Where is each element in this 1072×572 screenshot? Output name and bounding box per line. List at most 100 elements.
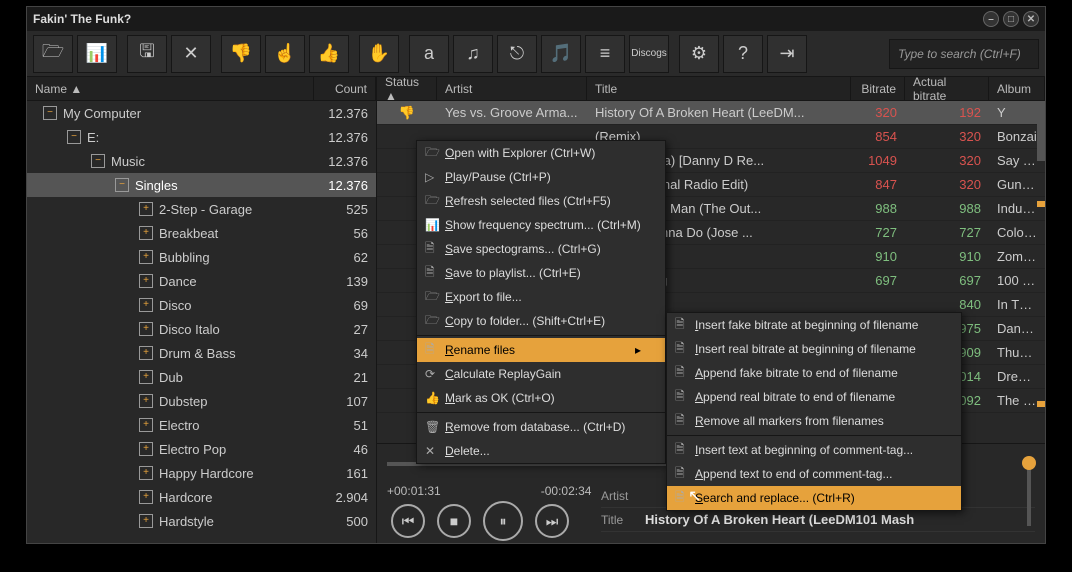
tree-row[interactable]: −Music12.376 [27, 149, 376, 173]
menu-item[interactable]: 🗎Append real bitrate to end of filename [667, 385, 961, 409]
menu-item[interactable]: 🗁Export to file... [417, 285, 665, 309]
menu-item[interactable]: 👍Mark as OK (Ctrl+O) [417, 386, 665, 410]
maximize-button[interactable]: □ [1003, 11, 1019, 27]
point-up-button[interactable]: ☝ [265, 35, 305, 73]
expand-icon[interactable]: + [139, 418, 153, 432]
expand-icon[interactable]: + [139, 394, 153, 408]
expand-icon[interactable]: + [139, 226, 153, 240]
expand-icon[interactable]: + [139, 442, 153, 456]
tree-row[interactable]: + Dance139 [27, 269, 376, 293]
track-row[interactable]: 👎Yes vs. Groove Arma...History Of A Brok… [377, 101, 1045, 125]
tree-label: Dance [159, 274, 306, 289]
expand-icon[interactable]: − [91, 154, 105, 168]
context-menu[interactable]: 🗁Open with Explorer (Ctrl+W)▷Play/Pause … [416, 140, 666, 464]
exit-button[interactable]: ⇥ [767, 35, 807, 73]
tree-row[interactable]: +Electro Pop46 [27, 437, 376, 461]
menu-item[interactable]: 🗁Refresh selected files (Ctrl+F5) [417, 189, 665, 213]
prev-button[interactable]: ⏮ [391, 504, 425, 538]
rename-submenu[interactable]: 🗎Insert fake bitrate at beginning of fil… [666, 312, 962, 511]
expand-icon[interactable]: + [139, 370, 153, 384]
cancel-button[interactable]: ✕ [171, 35, 211, 73]
equalizer-button[interactable]: ≡ [585, 35, 625, 73]
menu-item[interactable]: 🗎Remove all markers from filenames [667, 409, 961, 433]
col-status[interactable]: Status ▲ [377, 77, 437, 100]
col-artist[interactable]: Artist [437, 77, 587, 100]
tree-row[interactable]: +Breakbeat56 [27, 221, 376, 245]
menu-item[interactable]: ✕Delete... [417, 439, 665, 463]
menu-item[interactable]: 📊Show frequency spectrum... (Ctrl+M) [417, 213, 665, 237]
expand-icon[interactable]: − [43, 106, 57, 120]
menu-item[interactable]: 🗎Insert fake bitrate at beginning of fil… [667, 313, 961, 337]
help-button[interactable]: ? [723, 35, 763, 73]
menu-item[interactable]: 🗎Save to playlist... (Ctrl+E) [417, 261, 665, 285]
menu-item[interactable]: 🗎Insert real bitrate at beginning of fil… [667, 337, 961, 361]
col-name[interactable]: Name ▲ [27, 77, 314, 100]
stop-button[interactable]: ■ [437, 504, 471, 538]
tree-count: 139 [306, 274, 368, 289]
tree-row[interactable]: −Singles12.376 [27, 173, 376, 197]
expand-icon[interactable]: − [67, 130, 81, 144]
menu-item[interactable]: ⟳Calculate ReplayGain [417, 362, 665, 386]
menu-item[interactable]: 🗁Open with Explorer (Ctrl+W) [417, 141, 665, 165]
beatport-button[interactable]: ⎋ [497, 35, 537, 73]
tree-row[interactable]: +Disco Italo27 [27, 317, 376, 341]
menu-item[interactable]: 🗎Save spectograms... (Ctrl+G) [417, 237, 665, 261]
expand-icon[interactable]: − [115, 178, 129, 192]
tree-row[interactable]: +Hardcore2.904 [27, 485, 376, 509]
col-title[interactable]: Title [587, 77, 851, 100]
menu-item[interactable]: 🗎Search and replace... (Ctrl+R) [667, 486, 961, 510]
scrollbar-thumb[interactable] [1037, 101, 1045, 161]
amazon-button[interactable]: a [409, 35, 449, 73]
menu-item[interactable]: 🗎Insert text at beginning of comment-tag… [667, 438, 961, 462]
open-folder-button[interactable]: 🗁 [33, 35, 73, 73]
hand-button[interactable]: ✋ [359, 35, 399, 73]
tree-row[interactable]: −E:12.376 [27, 125, 376, 149]
thumbs-down-button[interactable]: 👎 [221, 35, 261, 73]
col-album[interactable]: Album [989, 77, 1045, 100]
menu-item[interactable]: 🗁Copy to folder... (Shift+Ctrl+E) [417, 309, 665, 333]
tree-row[interactable]: +Hardstyle500 [27, 509, 376, 533]
folder-tree[interactable]: −My Computer12.376−E:12.376−Music12.376−… [27, 101, 376, 543]
tree-row[interactable]: +Drum & Bass34 [27, 341, 376, 365]
menu-item[interactable]: 🗎Rename files▸ [417, 338, 665, 362]
settings-button[interactable]: ⚙ [679, 35, 719, 73]
volume-knob[interactable] [1022, 456, 1036, 470]
menu-item[interactable]: ▷Play/Pause (Ctrl+P) [417, 165, 665, 189]
menu-item[interactable]: 🗑Remove from database... (Ctrl+D) [417, 415, 665, 439]
tree-row[interactable]: +Bubbling62 [27, 245, 376, 269]
col-actual-bitrate[interactable]: Actual bitrate [905, 77, 989, 100]
tree-row[interactable]: +Dubstep107 [27, 389, 376, 413]
col-bitrate[interactable]: Bitrate [851, 77, 905, 100]
spectrum-button[interactable]: 📊 [77, 35, 117, 73]
tree-row[interactable]: +Disco69 [27, 293, 376, 317]
menu-icon: 📊 [425, 218, 445, 232]
search-input[interactable]: Type to search (Ctrl+F) [889, 39, 1039, 69]
music-button[interactable]: ♫ [453, 35, 493, 73]
expand-icon[interactable]: + [139, 274, 153, 288]
expand-icon[interactable]: + [139, 322, 153, 336]
close-button[interactable]: ✕ [1023, 11, 1039, 27]
expand-icon[interactable]: + [139, 202, 153, 216]
notes-button[interactable]: 🎵 [541, 35, 581, 73]
pause-button[interactable]: ⏸ [483, 501, 523, 541]
tree-row[interactable]: +Electro51 [27, 413, 376, 437]
tree-row[interactable]: +Dub21 [27, 365, 376, 389]
minimize-button[interactable]: – [983, 11, 999, 27]
expand-icon[interactable]: + [139, 466, 153, 480]
expand-icon[interactable]: + [139, 346, 153, 360]
volume-slider[interactable] [1027, 462, 1031, 526]
menu-item[interactable]: 🗎Append fake bitrate to end of filename [667, 361, 961, 385]
thumbs-up-button[interactable]: 👍 [309, 35, 349, 73]
menu-item[interactable]: 🗎Append text to end of comment-tag... [667, 462, 961, 486]
next-button[interactable]: ⏭ [535, 504, 569, 538]
tree-row[interactable]: +Happy Hardcore161 [27, 461, 376, 485]
tree-row[interactable]: +2-Step - Garage525 [27, 197, 376, 221]
expand-icon[interactable]: + [139, 490, 153, 504]
expand-icon[interactable]: + [139, 298, 153, 312]
tree-row[interactable]: −My Computer12.376 [27, 101, 376, 125]
col-count[interactable]: Count [314, 77, 376, 100]
expand-icon[interactable]: + [139, 250, 153, 264]
expand-icon[interactable]: + [139, 514, 153, 528]
discogs-button[interactable]: Discogs [629, 35, 669, 73]
save-button[interactable]: 🖫 [127, 35, 167, 73]
